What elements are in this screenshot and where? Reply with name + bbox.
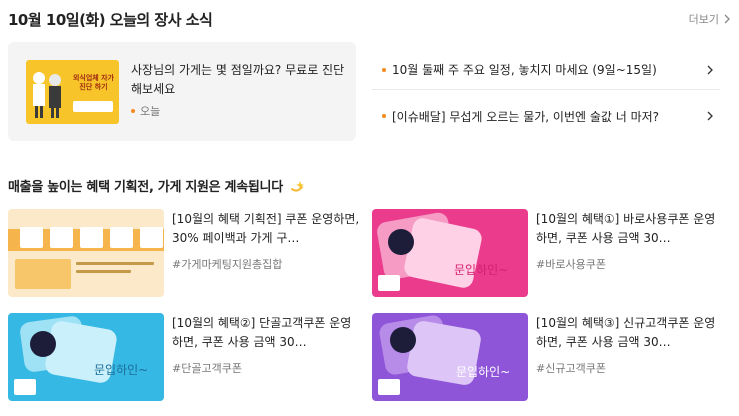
thumb-letters [20, 227, 163, 248]
promo-thumbnail [8, 209, 164, 297]
more-link[interactable]: 더보기 [689, 11, 731, 27]
sparkle-icon [290, 180, 304, 192]
feature-thumbnail: 외식업체 자가 진단 하기 [26, 60, 119, 124]
section-title: 10월 10일(화) 오늘의 장사 소식 [8, 11, 213, 29]
promo-section-title: 매출을 높이는 혜택 기획전, 가게 지원은 계속됩니다 [8, 176, 305, 195]
today-news-header: 10월 10일(화) 오늘의 장사 소식 더보기 [8, 9, 731, 31]
thumb-caption: 외식업체 자가 진단 하기 [72, 74, 115, 92]
bullet-dot-icon [382, 114, 386, 118]
promo-card-title: [10월의 혜택 기획전] 쿠폰 운영하면, 30% 페이백과 가게 구… [172, 212, 360, 246]
thumb-lines [76, 262, 154, 282]
feature-meta: 오늘 [131, 103, 160, 119]
chevron-right-icon [707, 65, 713, 74]
promo-card-tag: #바로사용쿠폰 [536, 258, 606, 271]
promo-card-title: [10월의 혜택②] 단골고객쿠폰 운영하면, 쿠폰 사용 금액 30… [172, 316, 352, 350]
brand-logo-icon [378, 379, 400, 395]
bullet-dot-icon [131, 109, 135, 113]
promo-thumbnail: 문입하인~ [8, 313, 164, 401]
promo-card-tag: #가게마케팅지원총집합 [172, 258, 283, 271]
promo-title-text: 매출을 높이는 혜택 기획전, 가게 지원은 계속됩니다 [8, 180, 283, 195]
promo-card-title: [10월의 혜택①] 바로사용쿠폰 운영하면, 쿠폰 사용 금액 30… [536, 212, 716, 246]
news-item[interactable]: [이슈배달] 무섭게 오르는 물가, 이번엔 술값 너 마저? [372, 96, 720, 136]
thumb-label: 문입하인~ [94, 363, 149, 377]
news-text: [이슈배달] 무섭게 오르는 물가, 이번엔 술값 너 마저? [392, 109, 660, 124]
promo-card-title: [10월의 혜택③] 신규고객쿠폰 운영하면, 쿠폰 사용 금액 30… [536, 316, 716, 350]
coupon-badge-icon [390, 327, 416, 353]
news-item[interactable]: 10월 둘째 주 주요 일정, 놓치지 마세요 (9일~15일) [372, 50, 720, 90]
news-text: 10월 둘째 주 주요 일정, 놓치지 마세요 (9일~15일) [392, 63, 657, 77]
promo-card[interactable]: [10월의 혜택 기획전] 쿠폰 운영하면, 30% 페이백과 가게 구… #가… [8, 209, 364, 299]
promo-thumbnail: 문입하인~ [372, 313, 528, 401]
feature-title: 사장님의 가게는 몇 점일까요? 무료로 진단해보세요 [131, 63, 345, 96]
brand-logo-icon [378, 275, 400, 291]
chevron-right-icon [724, 14, 730, 24]
feature-date: 오늘 [140, 105, 161, 118]
promo-card[interactable]: 문입하인~ [10월의 혜택③] 신규고객쿠폰 운영하면, 쿠폰 사용 금액 3… [372, 313, 728, 403]
coupon-graphic [402, 216, 484, 290]
people-illustration-icon [33, 72, 61, 118]
bullet-dot-icon [382, 67, 386, 72]
thumb-button [73, 101, 113, 112]
promo-card-tag: #단골고객쿠폰 [172, 362, 242, 375]
promo-card-tag: #신규고객쿠폰 [536, 362, 606, 375]
featured-news-card[interactable]: 외식업체 자가 진단 하기 사장님의 가게는 몇 점일까요? 무료로 진단해보세… [8, 42, 356, 141]
thumb-subtitle-box [15, 259, 71, 289]
coupon-badge-icon [388, 229, 414, 255]
chevron-right-icon [707, 111, 713, 121]
promo-card[interactable]: 문입하인~ [10월의 혜택①] 바로사용쿠폰 운영하면, 쿠폰 사용 금액 3… [372, 209, 728, 299]
brand-logo-icon [14, 379, 36, 395]
more-label: 더보기 [688, 13, 719, 26]
coupon-badge-icon [30, 331, 56, 357]
promo-card[interactable]: 문입하인~ [10월의 혜택②] 단골고객쿠폰 운영하면, 쿠폰 사용 금액 3… [8, 313, 364, 403]
thumb-label: 문입하인~ [456, 365, 511, 379]
promo-thumbnail: 문입하인~ [372, 209, 528, 297]
thumb-label: 문입하인~ [454, 263, 509, 277]
